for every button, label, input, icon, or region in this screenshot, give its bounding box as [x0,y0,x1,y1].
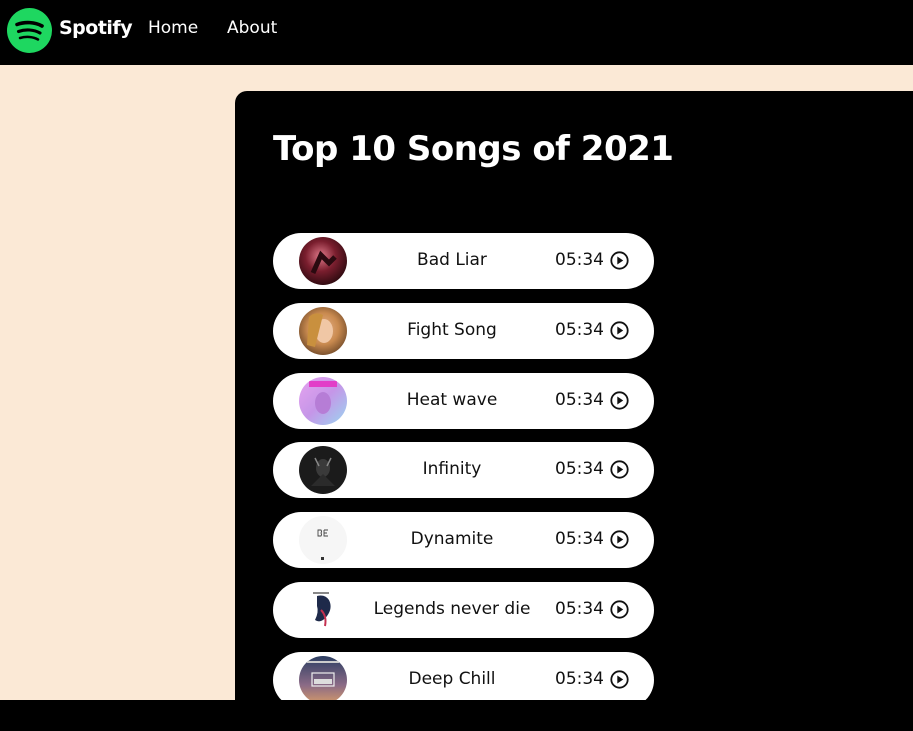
album-cover-image [299,656,347,704]
song-duration: 05:34 [555,529,604,549]
album-cover-image [299,446,347,494]
song-duration: 05:34 [555,320,604,340]
song-title: Heat wave [406,390,498,410]
album-cover-image [299,307,347,355]
play-circle-icon[interactable] [610,460,629,479]
play-circle-icon[interactable] [610,251,629,270]
brand-name[interactable]: Spotify [59,17,133,39]
play-circle-icon[interactable] [610,321,629,340]
album-cover-image [299,377,347,425]
song-item[interactable]: Fight Song 05:34 [273,303,654,359]
song-title: Legends never die [373,599,531,619]
play-circle-icon[interactable] [610,530,629,549]
song-duration: 05:34 [555,459,604,479]
bottom-bar [0,700,913,721]
song-title: Deep Chill [408,669,496,689]
song-title: Infinity [422,459,482,479]
nav-link-home[interactable]: Home [148,18,198,38]
album-cover-image [299,516,347,564]
song-duration: 05:34 [555,669,604,689]
song-duration: 05:34 [555,250,604,270]
album-cover-image [299,586,347,634]
song-item[interactable]: Dynamite 05:34 [273,512,654,568]
album-cover-image [299,237,347,285]
play-circle-icon[interactable] [610,670,629,689]
song-title: Fight Song [407,320,497,340]
song-item[interactable]: Infinity 05:34 [273,442,654,498]
song-title: Dynamite [410,529,494,549]
nav-link-about[interactable]: About [227,18,277,38]
navbar: Spotify Home About [0,0,913,65]
song-item[interactable]: Heat wave 05:34 [273,373,654,429]
play-circle-icon[interactable] [610,391,629,410]
song-item[interactable]: Bad Liar 05:34 [273,233,654,289]
song-item[interactable]: Legends never die 05:34 [273,582,654,638]
play-circle-icon[interactable] [610,600,629,619]
page-title: Top 10 Songs of 2021 [273,129,674,169]
song-title: Bad Liar [417,250,487,270]
song-duration: 05:34 [555,390,604,410]
spotify-logo-icon[interactable] [7,8,52,53]
song-duration: 05:34 [555,599,604,619]
